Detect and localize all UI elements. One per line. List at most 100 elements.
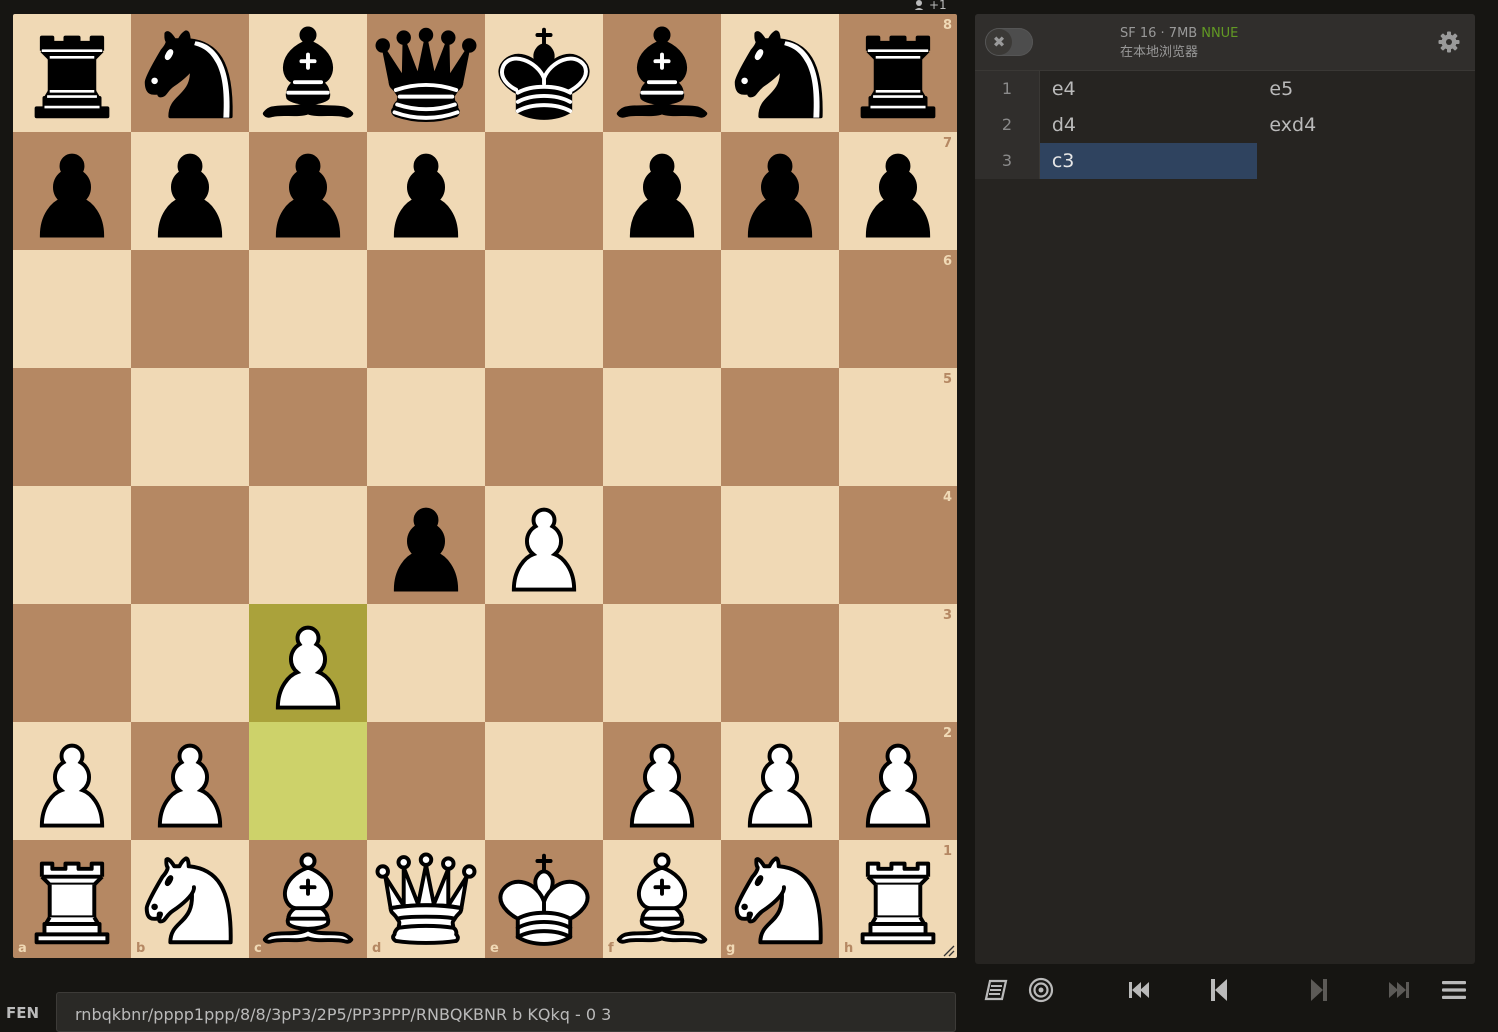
white-knight-icon[interactable] [131,840,249,958]
white-pawn-icon[interactable] [131,722,249,840]
black-pawn-icon[interactable] [249,132,367,250]
black-knight-icon[interactable] [721,14,839,132]
black-pawn-icon[interactable] [131,132,249,250]
square-a8[interactable] [13,14,131,132]
square-d8[interactable] [367,14,485,132]
square-e2[interactable] [485,722,603,840]
target-icon[interactable] [1027,976,1055,1004]
square-e4[interactable] [485,486,603,604]
white-queen-icon[interactable] [367,840,485,958]
chess-board[interactable]: 8765432 a b c d e f g 1 h [13,14,957,958]
square-e6[interactable] [485,250,603,368]
square-h2[interactable]: 2 [839,722,957,840]
black-rook-icon[interactable] [13,14,131,132]
white-pawn-icon[interactable] [839,722,957,840]
square-c8[interactable] [249,14,367,132]
square-h5[interactable]: 5 [839,368,957,486]
square-e8[interactable] [485,14,603,132]
white-pawn-icon[interactable] [485,486,603,604]
white-move[interactable]: c3 [1039,143,1258,179]
square-b4[interactable] [131,486,249,604]
black-bishop-icon[interactable] [603,14,721,132]
square-a5[interactable] [13,368,131,486]
prev-move-icon[interactable] [1205,976,1233,1004]
square-e1[interactable]: e [485,840,603,958]
square-g8[interactable] [721,14,839,132]
square-g5[interactable] [721,368,839,486]
white-pawn-icon[interactable] [721,722,839,840]
last-move-icon[interactable] [1385,976,1413,1004]
square-h7[interactable]: 7 [839,132,957,250]
white-rook-icon[interactable] [839,840,957,958]
square-c7[interactable] [249,132,367,250]
white-pawn-icon[interactable] [249,604,367,722]
square-f2[interactable] [603,722,721,840]
engine-toggle[interactable]: ✖ [985,28,1033,56]
square-f1[interactable]: f [603,840,721,958]
square-a1[interactable]: a [13,840,131,958]
gear-icon[interactable] [1437,30,1461,54]
square-c1[interactable]: c [249,840,367,958]
square-e3[interactable] [485,604,603,722]
black-pawn-icon[interactable] [367,486,485,604]
square-h4[interactable]: 4 [839,486,957,604]
square-b7[interactable] [131,132,249,250]
square-a4[interactable] [13,486,131,604]
square-g1[interactable]: g [721,840,839,958]
square-f7[interactable] [603,132,721,250]
square-d2[interactable] [367,722,485,840]
square-g3[interactable] [721,604,839,722]
square-h6[interactable]: 6 [839,250,957,368]
square-f4[interactable] [603,486,721,604]
square-f3[interactable] [603,604,721,722]
black-knight-icon[interactable] [131,14,249,132]
square-h3[interactable]: 3 [839,604,957,722]
black-pawn-icon[interactable] [721,132,839,250]
black-pawn-icon[interactable] [839,132,957,250]
black-king-icon[interactable] [485,14,603,132]
square-a6[interactable] [13,250,131,368]
square-d5[interactable] [367,368,485,486]
square-f8[interactable] [603,14,721,132]
white-move[interactable]: d4 [1040,107,1258,143]
square-h1[interactable]: 1h [839,840,957,958]
white-knight-icon[interactable] [721,840,839,958]
white-rook-icon[interactable] [13,840,131,958]
black-bishop-icon[interactable] [249,14,367,132]
first-move-icon[interactable] [1125,976,1153,1004]
white-move[interactable]: e4 [1040,71,1258,107]
square-d6[interactable] [367,250,485,368]
square-c6[interactable] [249,250,367,368]
square-a2[interactable] [13,722,131,840]
white-bishop-icon[interactable] [249,840,367,958]
square-b1[interactable]: b [131,840,249,958]
square-c4[interactable] [249,486,367,604]
white-pawn-icon[interactable] [603,722,721,840]
fen-input[interactable]: rnbqkbnr/pppp1ppp/8/8/3pP3/2P5/PP3PPP/RN… [56,992,956,1032]
square-g6[interactable] [721,250,839,368]
square-c2[interactable] [249,722,367,840]
square-g4[interactable] [721,486,839,604]
next-move-icon[interactable] [1305,976,1333,1004]
menu-icon[interactable] [1440,976,1468,1004]
white-pawn-icon[interactable] [13,722,131,840]
black-pawn-icon[interactable] [13,132,131,250]
white-bishop-icon[interactable] [603,840,721,958]
square-d3[interactable] [367,604,485,722]
square-c5[interactable] [249,368,367,486]
square-a7[interactable] [13,132,131,250]
square-c3[interactable] [249,604,367,722]
black-move[interactable]: e5 [1257,71,1475,107]
black-pawn-icon[interactable] [603,132,721,250]
square-g7[interactable] [721,132,839,250]
square-d1[interactable]: d [367,840,485,958]
black-move[interactable]: exd4 [1257,107,1475,143]
book-icon[interactable] [983,976,1011,1004]
square-f5[interactable] [603,368,721,486]
square-b5[interactable] [131,368,249,486]
square-b8[interactable] [131,14,249,132]
square-d7[interactable] [367,132,485,250]
white-king-icon[interactable] [485,840,603,958]
black-rook-icon[interactable] [839,14,957,132]
square-h8[interactable]: 8 [839,14,957,132]
